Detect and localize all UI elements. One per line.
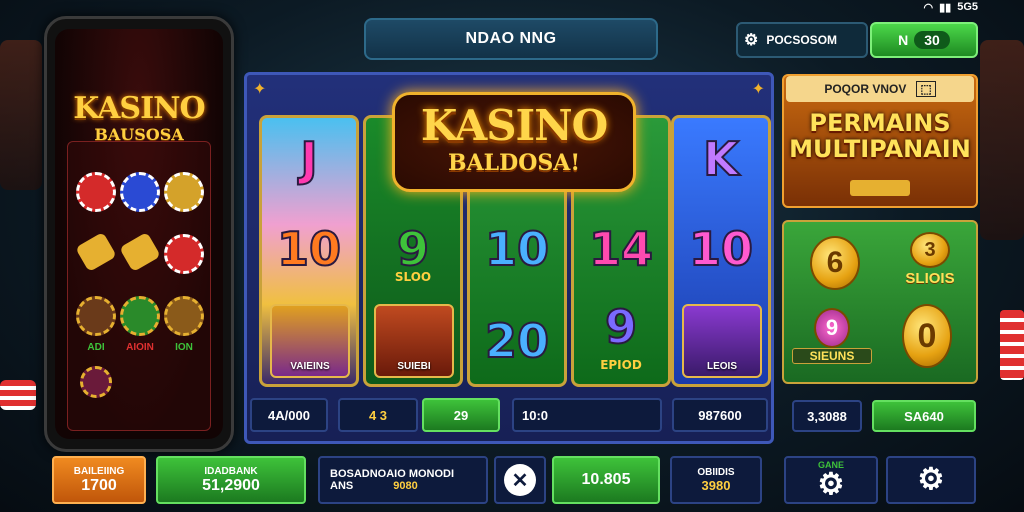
wifi-icon: ◠ [923, 1, 934, 14]
account-box[interactable]: ⚙ POCSOSOM [736, 22, 868, 58]
gold-bar-icon[interactable] [119, 231, 161, 273]
face-icon[interactable] [164, 172, 204, 212]
logo-title: KASINO [420, 101, 608, 150]
background-slot-machine [980, 40, 1024, 240]
multiplier-header: POQOR VNOV ⬚ [786, 76, 974, 102]
counter-panel: OBIIDIS 3980 [670, 456, 762, 504]
reel-symbol: 9 [604, 299, 638, 355]
coin-symbol: 9 [814, 308, 850, 348]
gear-icon: ⚙ [744, 32, 759, 49]
account-label: POCSOSOM [766, 33, 838, 47]
reel-symbol: K [702, 131, 740, 187]
reel-card: LEOIS [682, 304, 762, 378]
balance-label: BAILEIING [73, 465, 125, 477]
game-logo: KASINO BALDOSA! [392, 92, 636, 192]
credit-display: 987600 [672, 398, 768, 432]
spin-button[interactable]: 29 [422, 398, 500, 432]
coin-symbol: 6 [810, 236, 860, 290]
reel-symbol: 10 [484, 221, 550, 277]
bet-display: 4A/000 [250, 398, 328, 432]
phone-screen: KASINO BAUSOSA ADI AIOIN ION [55, 29, 223, 439]
balance-panel[interactable]: BAILEIING 1700 [52, 456, 146, 504]
reel-card: SUIEBI [374, 304, 454, 378]
total-value: 10.805 [581, 471, 631, 488]
balance-amount: 1700 [81, 476, 117, 494]
reel-symbol: 10 [688, 221, 754, 277]
balance-button[interactable]: N 30 [870, 22, 978, 58]
badge-icon[interactable] [80, 366, 112, 398]
settings-icon: ⚙ [917, 463, 945, 496]
signal-icon: ▮▮ [939, 1, 952, 14]
balance-value: 30 [914, 31, 950, 49]
coin-symbol: 3 [910, 232, 950, 268]
gold-bar-icon[interactable] [75, 231, 117, 273]
multiplier-line2: MULTIPANAIN [789, 135, 971, 163]
win-display: 10:0 [512, 398, 662, 432]
close-button[interactable]: ✕ [494, 456, 546, 504]
close-icon: ✕ [504, 464, 536, 496]
reel-tag: SLOO [394, 270, 432, 284]
logo-subtitle: BALDOSA! [448, 150, 580, 176]
total-button[interactable]: 10.805 [552, 456, 660, 504]
phone-title: KASINO [73, 91, 205, 126]
chip-stack [0, 380, 36, 410]
bonus-grid: 6 3 SLIOIS 9 SIEUNS 0 [782, 220, 978, 384]
phone-game-panel: ADI AIOIN ION [67, 141, 211, 431]
phone-label: ADI [87, 342, 105, 353]
chip-stack [1000, 310, 1024, 380]
game-button[interactable]: GANE ⚙ [784, 456, 878, 504]
stat-display: 3,3088 [792, 400, 862, 432]
background-slot-machine [0, 40, 42, 190]
reel-symbol: J [299, 131, 318, 187]
balance-prefix: N [898, 32, 909, 48]
game-title-bar: NDAO NNG [364, 18, 658, 60]
grid-tag: SIEUNS [792, 348, 872, 364]
multiplier-line1: PERMAINS [809, 109, 951, 137]
gear-icon: ⚙ [817, 468, 845, 501]
chip-icon[interactable] [164, 234, 204, 274]
chip-icon[interactable] [76, 172, 116, 212]
battery-text: 5G5 [957, 1, 978, 13]
action-button[interactable]: SA640 [872, 400, 976, 432]
reel-symbol: 20 [484, 313, 550, 369]
corner-ornament-icon: ✦ [751, 81, 765, 98]
phone-label: ION [175, 342, 193, 353]
lines-display[interactable]: 4 3 [338, 398, 418, 432]
reel-card: VAIEINS [270, 304, 350, 378]
phone-label: AIOIN [126, 342, 154, 353]
bank-panel[interactable]: IDADBANK 51,2900 [156, 456, 306, 504]
grid-tag: SLIOIS [905, 270, 955, 287]
coin-symbol: 0 [902, 304, 952, 368]
reel-symbol: 10 [276, 221, 342, 277]
bank-label: IDADBANK [204, 465, 258, 477]
reel-symbol: 14 [588, 221, 654, 277]
info-panel: BOSADNOAIO MONODI ANS 9080 [318, 456, 488, 504]
reel: J 10 VAIEINS [259, 115, 359, 387]
counter-label: OBIIDIS [697, 467, 735, 478]
status-bar: ◠ ▮▮ 5G5 [923, 0, 978, 14]
reel-symbol: 9 [396, 221, 430, 277]
chip-icon[interactable] [120, 172, 160, 212]
multiplier-title: PERMAINS MULTIPANAIN [786, 110, 974, 162]
corner-ornament-icon: ✦ [253, 81, 267, 98]
bank-amount: 51,2900 [202, 476, 260, 494]
info-line2-a: ANS [330, 480, 354, 492]
horse-icon[interactable] [164, 296, 204, 336]
phone-device: KASINO BAUSOSA ADI AIOIN ION [44, 16, 234, 452]
dice-icon[interactable] [120, 296, 160, 336]
portrait-icon[interactable] [76, 296, 116, 336]
reel-tag: EPIOD [600, 358, 642, 372]
info-line1: BOSADNOAIO MONODI [330, 468, 455, 480]
reel: K 10 LEOIS [671, 115, 771, 387]
settings-button[interactable]: ⚙ [886, 456, 976, 504]
header-label: POQOR VNOV [824, 82, 907, 96]
gold-ribbon [850, 180, 910, 196]
title-text: NDAO NNG [465, 30, 557, 47]
expand-icon[interactable]: ⬚ [916, 81, 936, 97]
info-line2-b: 9080 [393, 480, 418, 492]
counter-value: 3980 [701, 478, 731, 493]
